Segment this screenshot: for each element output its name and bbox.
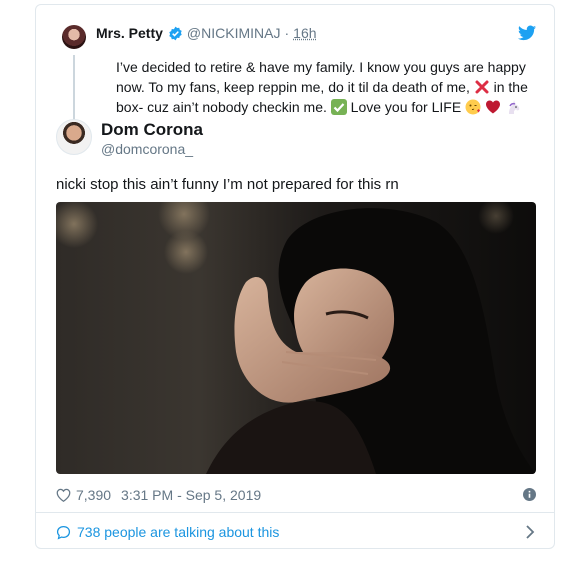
like-heart-icon[interactable]: [56, 488, 71, 502]
thread-connector-line: [73, 55, 75, 125]
tweet-text: nicki stop this ain’t funny I’m not prep…: [56, 176, 399, 193]
embedded-tweet-card: Mrs. Petty @NICKIMINAJ · 16h I’ve decide…: [35, 4, 555, 549]
info-icon[interactable]: [523, 488, 536, 501]
twitter-bird-icon[interactable]: [518, 25, 536, 41]
quoted-display-name[interactable]: Mrs. Petty: [96, 25, 163, 41]
quoted-text-part3: Love you for LIFE: [350, 99, 462, 115]
quoted-avatar[interactable]: [62, 25, 86, 49]
tweet-media-image[interactable]: [56, 202, 536, 474]
like-count[interactable]: 7,390: [76, 487, 111, 503]
quoted-timestamp[interactable]: 16h: [293, 25, 316, 41]
author-display-name[interactable]: Dom Corona: [101, 120, 203, 140]
media-scene: [56, 202, 536, 474]
tweet-timestamp[interactable]: 3:31 PM - Sep 5, 2019: [121, 487, 261, 503]
quoted-separator: ·: [284, 25, 290, 41]
red-heart-emoji-icon: [485, 100, 500, 114]
author-avatar[interactable]: [56, 119, 92, 155]
chat-bubble-icon: [56, 525, 71, 540]
quoted-text-part1: I’ve decided to retire & have my family.…: [116, 59, 526, 95]
verified-badge-icon: [169, 26, 182, 40]
quoted-tweet-text: I’ve decided to retire & have my family.…: [116, 57, 536, 117]
check-mark-emoji-icon: [330, 99, 347, 115]
conversation-text[interactable]: 738 people are talking about this: [77, 524, 279, 540]
conversation-link[interactable]: 738 people are talking about this: [56, 524, 536, 540]
unicorn-emoji-icon: [508, 100, 520, 114]
footer-divider: [36, 512, 554, 513]
quoted-header: Mrs. Petty @NICKIMINAJ · 16h: [96, 25, 317, 41]
author-handle[interactable]: @domcorona_: [101, 141, 193, 157]
quoted-handle[interactable]: @NICKIMINAJ: [187, 25, 281, 41]
tweet-meta-row: 7,390 3:31 PM - Sep 5, 2019: [56, 487, 536, 503]
chevron-right-icon[interactable]: [524, 525, 536, 539]
cross-mark-emoji-icon: [475, 80, 489, 94]
kiss-face-emoji-icon: [465, 99, 481, 115]
